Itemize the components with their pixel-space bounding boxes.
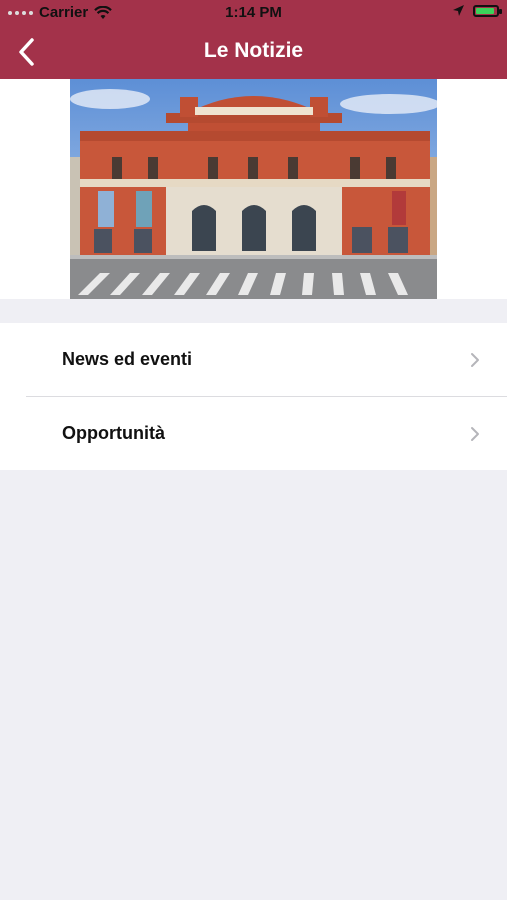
location-arrow-icon	[453, 5, 464, 16]
status-time: 1:14 PM	[225, 4, 282, 21]
chevron-right-icon	[471, 426, 479, 441]
navigation-bar: Le Notizie	[0, 26, 507, 79]
status-bar: Carrier 1:14 PM	[0, 0, 507, 26]
page-title: Le Notizie	[203, 39, 304, 62]
menu-list: News ed eventi Opportunità	[0, 323, 507, 470]
list-item-label: Opportunità	[62, 423, 165, 443]
chevron-right-icon	[471, 352, 479, 367]
hero-image	[70, 79, 437, 299]
list-item-opportunita[interactable]: Opportunità	[0, 397, 507, 470]
list-item-label: News ed eventi	[62, 349, 193, 369]
hero-section	[0, 79, 507, 299]
top-bar: Carrier 1:14 PM Le Notizie	[0, 0, 507, 79]
battery-charging-icon	[473, 4, 502, 17]
list-item-news-ed-eventi[interactable]: News ed eventi	[0, 323, 507, 396]
